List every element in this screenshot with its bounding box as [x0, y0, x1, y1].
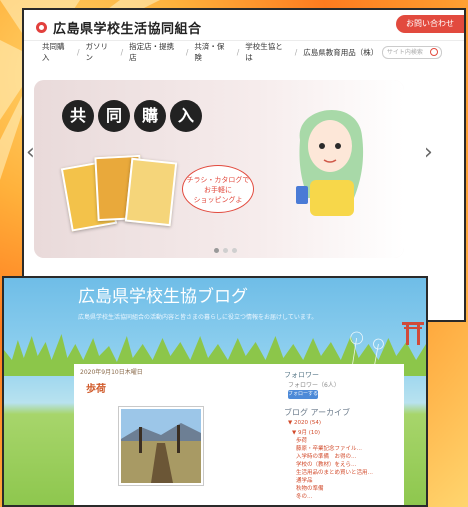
kyodo-char: 入 [170, 100, 202, 132]
archive-item[interactable]: 通学品 [296, 476, 313, 484]
bubble-line: お手軽に [204, 186, 232, 194]
archive-item[interactable]: ▼ 2020 (54) [288, 420, 321, 426]
woman-illustration [296, 110, 364, 216]
logo-mark-icon [36, 22, 47, 33]
catalog-illustration [60, 152, 178, 232]
nav-item-insurance[interactable]: 共済・保険 [194, 41, 230, 63]
kyodo-char: 同 [98, 100, 130, 132]
carousel-dot[interactable] [223, 248, 228, 253]
bubble-line: チラシ・カタログで [186, 176, 250, 184]
bubble-line: ショッピングよ [193, 196, 243, 204]
archive-item[interactable]: 入学時の準備 お得の… [296, 452, 357, 460]
post-photo[interactable] [118, 406, 204, 486]
site-logo[interactable]: 広島県学校生活協同組合 [36, 18, 202, 37]
blog-window: 広島県学校生協ブログ 広島県学校生活協同組合の活動内容と皆さまの暮らしに役立つ情… [2, 276, 428, 507]
archive-item[interactable]: 生活用品のまとめ買いと活用… [296, 468, 373, 476]
main-nav: 共同購入 / ガソリン / 指定店・提携店 / 共済・保険 / 学校生協とは /… [24, 41, 464, 63]
contact-button[interactable]: お問い合わせ [396, 15, 464, 33]
archive-item[interactable]: 歩荷 [296, 436, 307, 444]
nav-item-education-supplies[interactable]: 広島県教育用品（株） [303, 47, 378, 58]
nav-item-partner-stores[interactable]: 指定店・提携店 [129, 41, 180, 63]
carousel-indicators [214, 248, 237, 253]
nav-item-gasoline[interactable]: ガソリン [86, 41, 115, 63]
nav-item-about[interactable]: 学校生協とは [245, 41, 289, 63]
carousel-next-chevron-icon[interactable]: › [424, 140, 464, 165]
carousel-dot[interactable] [214, 248, 219, 253]
kyodo-char: 購 [134, 100, 166, 132]
search-icon[interactable] [430, 47, 438, 56]
nav-separator: / [236, 47, 240, 57]
logo-text: 広島県学校生活協同組合 [53, 22, 202, 37]
catalog-page [124, 157, 178, 227]
post-date: 2020年9月10日木曜日 [80, 369, 143, 376]
speech-bubble: チラシ・カタログで お手軽に ショッピングよ [182, 165, 254, 213]
archive-item[interactable]: 秋物の準備 [296, 484, 324, 492]
followers-title: フォロワー [284, 371, 319, 379]
archive-item[interactable]: 藤原・卒業記念ファイル… [296, 444, 362, 452]
search-placeholder: サイト内検索 [386, 48, 423, 56]
archive-title: ブログ アーカイブ [284, 408, 351, 417]
nav-item-group-purchase[interactable]: 共同購入 [42, 41, 71, 63]
boardwalk-photo [121, 409, 201, 483]
torii-gate-icon [402, 322, 424, 345]
archive-item[interactable]: 冬の… [296, 492, 313, 500]
archive-item[interactable]: 学校の（教材）をえら… [296, 460, 357, 468]
site-header: 広島県学校生活協同組合 お問い合わせ [24, 10, 464, 41]
kyodo-char: 共 [62, 100, 94, 132]
nav-separator: / [185, 47, 189, 57]
blog-content-area: 2020年9月10日木曜日 歩荷 フォロワー フォロワー（6人） フォローする … [74, 364, 404, 505]
carousel-dot[interactable] [232, 248, 237, 253]
nav-separator: / [120, 47, 124, 57]
kyodo-konyu-heading: 共 同 購 入 [62, 100, 202, 132]
followers-count: フォロワー（6人） [288, 382, 340, 389]
search-input[interactable]: サイト内検索 [381, 45, 442, 59]
follow-button[interactable]: フォローする [288, 390, 318, 399]
blog-description: 広島県学校生活協同組合の活動内容と皆さまの暮らしに役立つ情報をお届けしています。 [78, 314, 318, 321]
nav-separator: / [77, 47, 80, 57]
blog-title[interactable]: 広島県学校生協ブログ [78, 282, 248, 307]
carousel-prev-chevron-icon[interactable]: ‹ [26, 140, 35, 165]
nav-separator: / [294, 47, 298, 57]
archive-item[interactable]: ▼ 9月 (10) [292, 428, 320, 436]
post-title[interactable]: 歩荷 [86, 380, 106, 395]
